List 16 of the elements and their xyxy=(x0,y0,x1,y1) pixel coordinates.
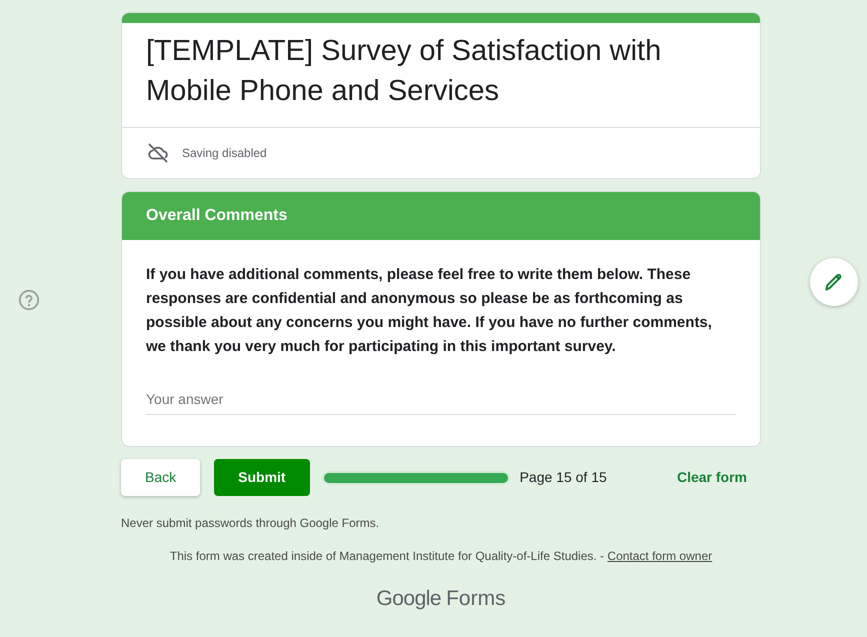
section-title: Overall Comments xyxy=(146,206,288,226)
pencil-icon xyxy=(824,272,844,292)
back-button[interactable]: Back xyxy=(121,459,200,496)
form-origin-text: This form was created inside of Management Institute for Quality-of-Life Studies. - xyxy=(170,549,604,563)
cloud-off-icon xyxy=(146,141,170,165)
answer-field[interactable]: Your answer xyxy=(146,383,736,415)
form-title: [TEMPLATE] Survey of Satisfaction with Mobile Phone and Services xyxy=(146,34,662,109)
saving-status: Saving disabled xyxy=(182,145,267,162)
section-description: If you have additional comments, please feel free to write them below. These responses are confidential and anonymous so please be as forthcoming as possible about any concerns you might have. If you have no further comments, we thank you very much for participating in this important survey. xyxy=(146,265,713,357)
clear-form-button[interactable]: Clear form xyxy=(668,459,755,496)
contact-owner-link[interactable]: Contact form owner xyxy=(607,549,712,563)
google-forms-logo: Google Forms xyxy=(376,586,506,612)
password-warning: Never submit passwords through Google Forms. xyxy=(121,515,380,532)
submit-button[interactable]: Submit xyxy=(214,459,310,496)
edit-button[interactable] xyxy=(810,258,858,306)
page-indicator: Page 15 of 15 xyxy=(520,468,607,487)
